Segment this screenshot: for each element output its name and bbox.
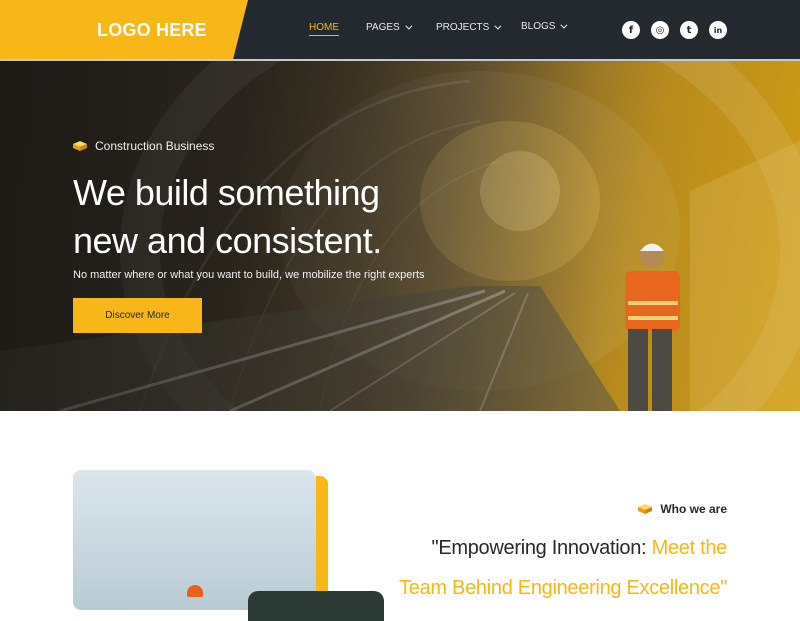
twitter-glyph: t	[686, 24, 692, 36]
instagram-icon[interactable]: ◎	[651, 21, 669, 39]
hero-title: We build something new and consistent.	[73, 169, 473, 265]
about-image-secondary	[248, 591, 384, 621]
chevron-down-icon	[560, 21, 568, 29]
about-heading-dark: "Empowering Innovation:	[431, 537, 652, 559]
nav-blogs-label: BLOGS	[521, 21, 556, 32]
hero-subtitle: No matter where or what you want to buil…	[73, 269, 425, 281]
about-tag: Who we are	[638, 502, 727, 516]
nav-home[interactable]: HOME	[309, 22, 339, 36]
nav-pages-label: PAGES	[366, 22, 400, 33]
nav-projects-label: PROJECTS	[436, 22, 490, 33]
nav-projects[interactable]: PROJECTS	[436, 22, 502, 33]
facebook-glyph: f	[628, 24, 634, 36]
nav-pages[interactable]: PAGES	[366, 22, 413, 33]
chevron-down-icon	[405, 22, 413, 30]
twitter-icon[interactable]: t	[680, 21, 698, 39]
chevron-down-icon	[494, 22, 502, 30]
facebook-icon[interactable]: f	[622, 21, 640, 39]
hero-title-line-2: new and consistent.	[73, 220, 382, 261]
discover-more-button[interactable]: Discover More	[73, 298, 202, 333]
logo[interactable]: LOGO HERE	[97, 20, 207, 41]
site-header: LOGO HERE HOME PAGES PROJECTS BLOGS f ◎ …	[0, 0, 800, 59]
worker-helmet	[187, 585, 203, 597]
about-heading-highlight-2: Team Behind Engineering Excellence"	[399, 577, 727, 599]
hero-tag-label: Construction Business	[95, 139, 215, 153]
about-heading: "Empowering Innovation: Meet the Team Be…	[387, 528, 727, 608]
instagram-glyph: ◎	[655, 24, 665, 36]
linkedin-glyph: in	[713, 25, 723, 35]
hero-tag: Construction Business	[73, 139, 214, 153]
linkedin-icon[interactable]: in	[709, 21, 727, 39]
cube-icon	[73, 141, 87, 151]
hero-banner: Construction Business We build something…	[0, 61, 800, 411]
nav-blogs[interactable]: BLOGS	[521, 21, 568, 32]
cube-icon	[638, 504, 653, 514]
about-heading-highlight-1: Meet the	[651, 537, 728, 559]
nav-home-label: HOME	[309, 22, 339, 33]
hero-title-line-1: We build something	[73, 172, 380, 213]
about-tag-label: Who we are	[660, 502, 727, 516]
